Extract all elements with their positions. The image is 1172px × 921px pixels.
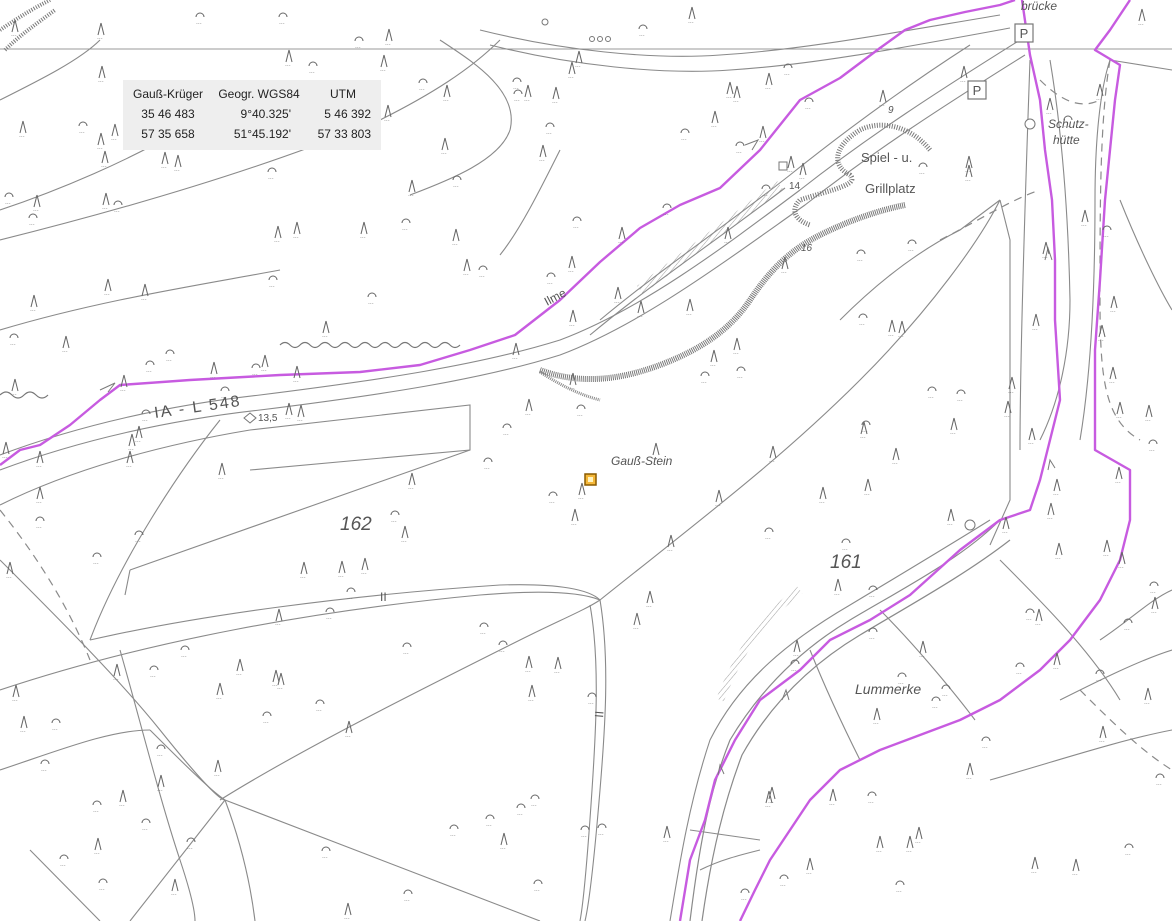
label-number-9: 9 [888, 105, 894, 116]
parking-sign: P [1014, 23, 1034, 43]
label-parcel-162: 162 [340, 514, 372, 535]
label-number-14: 14 [789, 181, 801, 192]
coordinate-panel: Gauß-Krüger Geogr. WGS84 UTM 35 46 483 9… [123, 80, 381, 150]
parking-sign: P [967, 80, 987, 100]
label-spiel: Spiel - u. [861, 150, 912, 165]
label-lummerke: Lummerke [855, 681, 921, 697]
wgs84-latitude: 51°45.192' [233, 127, 291, 141]
wgs84-longitude: 9°40.325' [240, 107, 291, 121]
label-height: 13,5 [258, 413, 278, 424]
coordinate-table: Gauß-Krüger Geogr. WGS84 UTM 35 46 483 9… [123, 84, 381, 144]
coordinate-row-north: 57 35 658 51°45.192' 57 33 803 [123, 124, 381, 144]
utm-east: 5 46 392 [324, 107, 371, 121]
label-schutz: Schutz- [1048, 117, 1089, 131]
label-number-16: 16 [801, 243, 813, 254]
label-parcel-161: 161 [830, 552, 862, 573]
gauss-krueger-east: 35 46 483 [141, 107, 195, 121]
header-wgs84: Geogr. WGS84 [218, 87, 300, 101]
coordinate-row-east: 35 46 483 9°40.325' 5 46 392 [123, 104, 381, 124]
coordinate-header-row: Gauß-Krüger Geogr. WGS84 UTM [123, 84, 381, 104]
gauss-krueger-north: 57 35 658 [141, 127, 195, 141]
label-grillplatz: Grillplatz [865, 181, 916, 196]
svg-text:P: P [973, 83, 982, 98]
svg-text:P: P [1020, 26, 1029, 41]
path-mark: II [380, 590, 387, 604]
path-mark: II [592, 710, 607, 718]
label-bruecke: brücke [1021, 0, 1057, 13]
label-gauss-stein: Gauß-Stein [611, 454, 673, 468]
header-utm: UTM [330, 87, 356, 101]
label-huette: hütte [1053, 133, 1080, 147]
utm-north: 57 33 803 [317, 127, 371, 141]
location-marker[interactable] [584, 473, 597, 486]
header-gauss-krueger: Gauß-Krüger [132, 87, 204, 101]
